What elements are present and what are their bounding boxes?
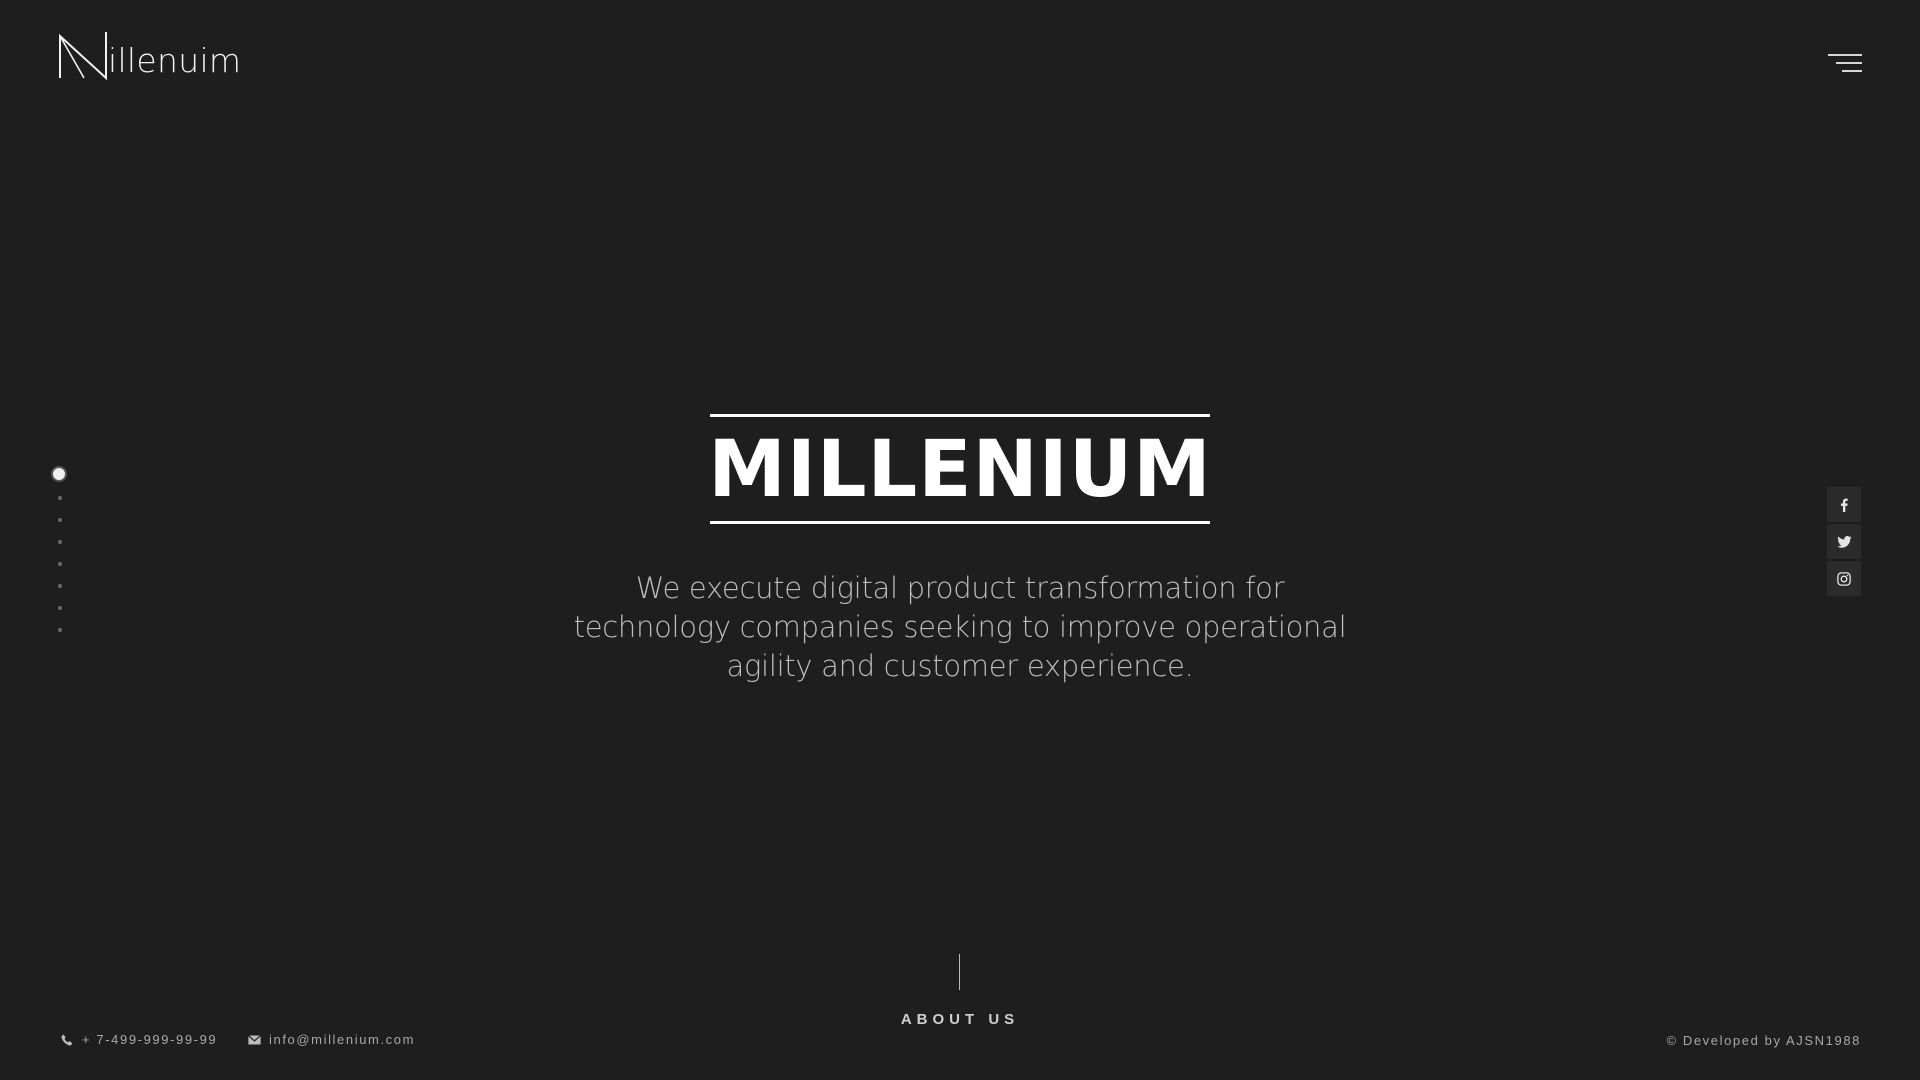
menu-button[interactable] — [1828, 52, 1862, 78]
pager-dot-6[interactable] — [58, 584, 62, 588]
pager-dot-8[interactable] — [58, 628, 62, 632]
email-text: info@millenium.com — [269, 1032, 416, 1047]
hero-subtitle: We execute digital product transformatio… — [573, 571, 1347, 683]
pager-dot-1[interactable] — [51, 466, 67, 482]
hero-title-frame: MILLENIUM — [708, 414, 1212, 524]
envelope-icon — [247, 1033, 261, 1047]
footer-email[interactable]: info@millenium.com — [247, 1032, 415, 1047]
facebook-button[interactable] — [1827, 487, 1861, 522]
site-logo[interactable]: illenuim — [58, 28, 241, 80]
menu-line — [1842, 70, 1862, 72]
twitter-icon — [1836, 535, 1852, 548]
logo-text: illenuim — [108, 41, 242, 80]
page: illenuim MILLENIUM We execute digital pr… — [0, 0, 1920, 1080]
twitter-button[interactable] — [1827, 524, 1861, 559]
instagram-button[interactable] — [1827, 561, 1861, 596]
menu-line — [1828, 54, 1862, 56]
pager-dot-4[interactable] — [58, 540, 62, 544]
facebook-icon — [1840, 498, 1848, 512]
scroll-indicator-line — [959, 954, 960, 990]
pager-dot-7[interactable] — [58, 606, 62, 610]
social-links — [1827, 487, 1861, 598]
pager-dot-2[interactable] — [58, 496, 62, 500]
footer-phone[interactable]: + 7-499-999-99-99 — [60, 1032, 217, 1047]
phone-icon — [60, 1033, 74, 1047]
menu-line — [1836, 62, 1862, 64]
instagram-icon — [1837, 571, 1851, 586]
logo-m-mark — [59, 32, 107, 80]
hero-title: MILLENIUM — [708, 425, 1212, 515]
phone-text: + 7-499-999-99-99 — [82, 1032, 218, 1047]
copyright-text: © Developed by AJSN1988 — [1666, 1033, 1861, 1048]
pager-dot-3[interactable] — [58, 518, 62, 522]
pager-dot-5[interactable] — [58, 562, 62, 566]
about-us-link[interactable]: ABOUT US — [860, 1011, 1060, 1028]
